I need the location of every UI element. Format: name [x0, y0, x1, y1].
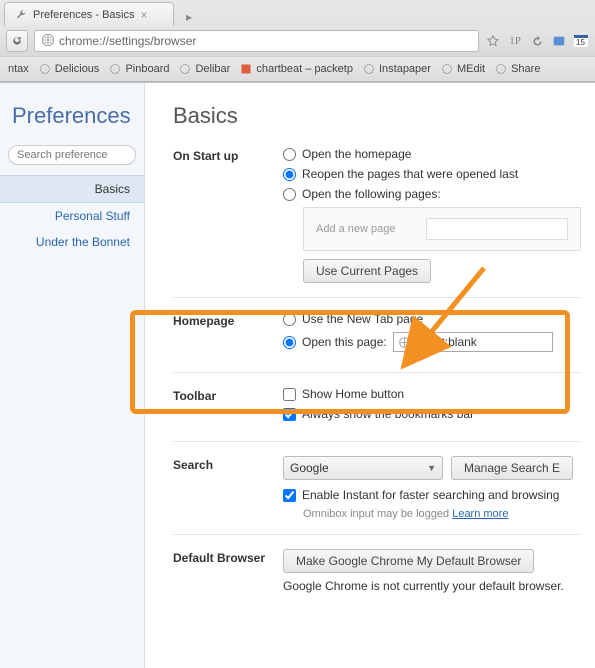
section-search: Search Google ▼ Manage Search E Enable I…: [173, 456, 581, 535]
url-bar[interactable]: chrome://settings/browser: [34, 30, 479, 52]
bookmark-item[interactable]: Delicious: [39, 63, 100, 75]
tab-title: Preferences - Basics: [33, 9, 134, 21]
radio[interactable]: [283, 313, 296, 326]
close-icon[interactable]: ×: [140, 8, 147, 22]
preferences-sidebar: Preferences Basics Personal Stuff Under …: [0, 83, 145, 668]
search-preferences: [8, 145, 136, 165]
address-row: chrome://settings/browser 1P 15: [0, 26, 595, 56]
ext-calendar-icon[interactable]: 15: [573, 33, 589, 49]
sidebar-item-personal-stuff[interactable]: Personal Stuff: [0, 203, 144, 229]
bookmark-item[interactable]: Instapaper: [363, 63, 431, 75]
ext-1p-icon[interactable]: 1P: [507, 33, 523, 49]
search-enable-instant[interactable]: Enable Instant for faster searching and …: [283, 488, 581, 502]
default-browser-status: Google Chrome is not currently your defa…: [283, 579, 581, 593]
startup-open-homepage[interactable]: Open the homepage: [283, 147, 581, 161]
add-page-hint: Add a new page: [316, 223, 396, 235]
toolbar-show-home[interactable]: Show Home button: [283, 387, 581, 401]
ext-reload-icon[interactable]: [529, 33, 545, 49]
ext-app-icon[interactable]: [551, 33, 567, 49]
startup-reopen-last[interactable]: Reopen the pages that were opened last: [283, 167, 581, 181]
section-label: Search: [173, 456, 283, 520]
startup-open-following[interactable]: Open the following pages:: [283, 187, 581, 201]
wrench-icon: [15, 9, 27, 21]
section-label: On Start up: [173, 147, 283, 283]
make-default-browser-button[interactable]: Make Google Chrome My Default Browser: [283, 549, 534, 573]
radio[interactable]: [283, 148, 296, 161]
globe-icon: [41, 33, 55, 50]
bookmark-item[interactable]: ntax: [8, 63, 29, 75]
bookmark-item[interactable]: Delibar: [179, 63, 230, 75]
bookmark-item[interactable]: chartbeat – packetp: [240, 63, 353, 75]
bookmark-item[interactable]: Pinboard: [109, 63, 169, 75]
add-page-input[interactable]: [426, 218, 568, 240]
instant-subtext: Omnibox input may be logged Learn more: [303, 508, 581, 520]
main-panel: Basics On Start up Open the homepage Reo…: [145, 83, 595, 668]
section-startup: On Start up Open the homepage Reopen the…: [173, 147, 581, 298]
radio[interactable]: [283, 168, 296, 181]
bookmark-item[interactable]: Share: [495, 63, 540, 75]
checkbox[interactable]: [283, 408, 296, 421]
new-tab-button[interactable]: ▸: [178, 8, 200, 26]
startup-pages-box: Add a new page: [303, 207, 581, 251]
chevron-down-icon: ▼: [427, 463, 436, 473]
learn-more-link[interactable]: Learn more: [452, 508, 508, 520]
radio[interactable]: [283, 188, 296, 201]
radio[interactable]: [283, 336, 296, 349]
sidebar-title: Preferences: [0, 103, 144, 145]
bookmark-star-icon[interactable]: [485, 33, 501, 49]
url-right-icons: 1P 15: [485, 33, 589, 49]
search-engine-select[interactable]: Google ▼: [283, 456, 443, 480]
globe-icon: [398, 336, 411, 349]
section-label: Homepage: [173, 312, 283, 358]
section-toolbar: Toolbar Show Home button Always show the…: [173, 387, 581, 442]
section-label: Toolbar: [173, 387, 283, 427]
sidebar-item-basics[interactable]: Basics: [0, 175, 144, 203]
search-preferences-input[interactable]: [8, 145, 136, 165]
manage-search-engines-button[interactable]: Manage Search E: [451, 456, 573, 480]
reload-button[interactable]: [6, 30, 28, 52]
section-label: Default Browser: [173, 549, 283, 593]
bookmarks-bar: ntax Delicious Pinboard Delibar chartbea…: [0, 56, 595, 82]
bookmark-item[interactable]: MEdit: [441, 63, 485, 75]
checkbox[interactable]: [283, 388, 296, 401]
browser-chrome: Preferences - Basics × ▸ chrome://settin…: [0, 0, 595, 83]
section-default-browser: Default Browser Make Google Chrome My De…: [173, 549, 581, 607]
homepage-open-this-page[interactable]: Open this page: about:blank: [283, 332, 581, 352]
checkbox[interactable]: [283, 489, 296, 502]
tab-bar: Preferences - Basics × ▸: [0, 0, 595, 26]
homepage-url-input[interactable]: about:blank: [393, 332, 553, 352]
url-text: chrome://settings/browser: [59, 34, 196, 48]
page-title: Basics: [173, 103, 581, 129]
toolbar-show-bookmarks[interactable]: Always show the bookmarks bar: [283, 407, 581, 421]
browser-tab[interactable]: Preferences - Basics ×: [4, 2, 174, 26]
use-current-pages-button[interactable]: Use Current Pages: [303, 259, 431, 283]
homepage-new-tab[interactable]: Use the New Tab page: [283, 312, 581, 326]
sidebar-item-under-the-bonnet[interactable]: Under the Bonnet: [0, 229, 144, 255]
section-homepage: Homepage Use the New Tab page Open this …: [173, 312, 581, 373]
content: Preferences Basics Personal Stuff Under …: [0, 83, 595, 668]
